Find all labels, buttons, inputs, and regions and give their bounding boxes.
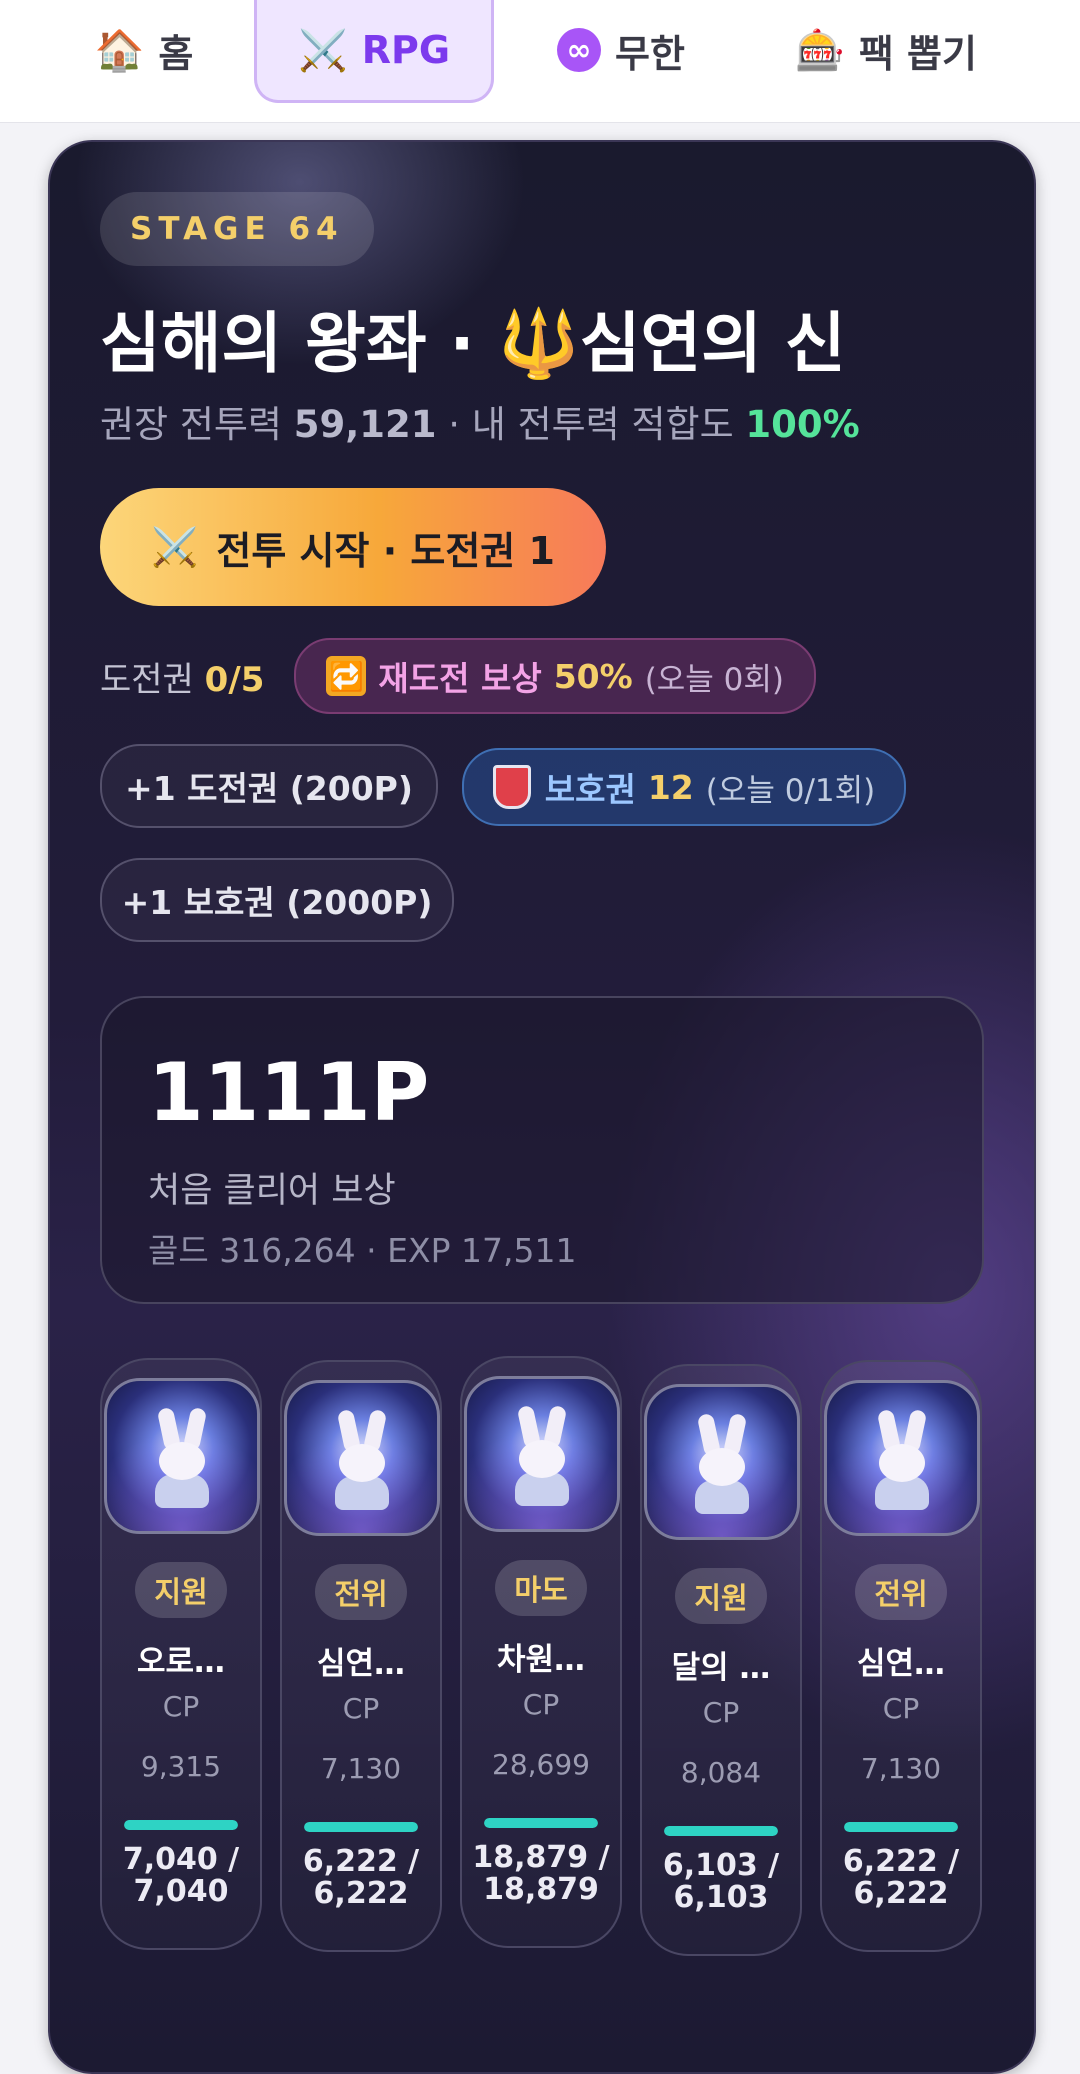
recommended-power: 권장 전투력 59,121 · 내 전투력 적합도 100% — [100, 394, 860, 448]
bunny-hero-image — [507, 1404, 577, 1506]
hero-role-badge: 전위 — [855, 1564, 947, 1620]
repeat-icon: 🔁 — [326, 656, 367, 696]
tab-pack-draw-label: 팩 뽑기 — [858, 31, 977, 76]
power-value: 59,121 — [293, 403, 437, 446]
crossed-swords-icon: ⚔️ — [151, 524, 199, 569]
hero-hp-bar — [304, 1822, 418, 1832]
bunny-hero-image — [327, 1408, 397, 1510]
hero-portrait — [104, 1378, 260, 1534]
hero-name: 차원… — [496, 1642, 586, 1678]
hero-hp-text: 18,879 / 18,879 — [472, 1840, 610, 1907]
bunny-hero-image — [867, 1408, 937, 1510]
start-battle-button[interactable]: ⚔️ 전투 시작 · 도전권 1 — [100, 488, 606, 606]
tickets-row: 도전권 0/5 🔁 재도전 보상 50% (오늘 0회) — [100, 638, 817, 714]
tab-rpg[interactable]: ⚔️ RPG — [254, 0, 494, 103]
hero-card[interactable]: 지원달의 … CP 8,084 6,103 / 6,103 — [640, 1364, 802, 1956]
hero-portrait — [824, 1380, 980, 1536]
slot-machine-icon: 🎰 — [795, 27, 845, 74]
tab-pack-draw[interactable]: 🎰 팩 뽑기 — [786, 0, 986, 100]
hero-card[interactable]: 전위심연… CP 7,130 6,222 / 6,222 — [280, 1360, 442, 1952]
top-nav: 🏠 홈 ⚔️ RPG ∞ 무한 🎰 팩 뽑기 — [0, 0, 1080, 123]
hero-role-badge: 지원 — [135, 1562, 227, 1618]
hero-hp-bar — [124, 1820, 238, 1830]
hero-cp-label: CP — [522, 1688, 560, 1721]
retry-reward-today: (오늘 0회) — [644, 661, 785, 698]
buy-ticket-button[interactable]: +1 도전권 (200P) — [100, 744, 438, 828]
hero-cp-label: CP — [882, 1692, 920, 1725]
stage-title-suffix: 심연의 신 — [579, 305, 846, 382]
hero-cp-value: 8,084 — [680, 1756, 762, 1789]
ticket-count: 도전권 0/5 — [100, 652, 264, 701]
hero-hp-fill — [844, 1822, 958, 1832]
hero-hp-text: 6,103 / 6,103 — [662, 1848, 780, 1915]
hero-name: 심연… — [316, 1646, 406, 1682]
hero-hp-fill — [484, 1818, 598, 1828]
stage-title: 심해의 왕좌 · 🔱심연의 신 — [100, 290, 1000, 386]
stage-badge: STAGE 64 — [100, 192, 374, 266]
hero-hp-fill — [304, 1822, 418, 1832]
tab-infinite[interactable]: ∞ 무한 — [546, 0, 696, 100]
retry-reward-label: 재도전 보상 — [378, 659, 542, 698]
hero-hp-bar — [484, 1818, 598, 1828]
hero-hp-bar — [844, 1822, 958, 1832]
retry-reward-percent: 50% — [553, 656, 633, 696]
hero-card[interactable]: 마도차원… CP 28,699 18,879 / 18,879 — [460, 1356, 622, 1948]
hero-portrait — [644, 1384, 800, 1540]
hero-hp-text: 7,040 / 7,040 — [122, 1842, 240, 1909]
power-fit-label: · 내 전투력 적합도 — [448, 403, 734, 446]
shield-today: (오늘 0/1회) — [705, 772, 876, 809]
hero-hp-fill — [124, 1820, 238, 1830]
tab-home[interactable]: 🏠 홈 — [74, 0, 214, 100]
shield-count: 12 — [647, 767, 694, 807]
stage-card: STAGE 64 심해의 왕좌 · 🔱심연의 신 권장 전투력 59,121 ·… — [48, 140, 1036, 2074]
power-fit-value: 100% — [745, 403, 860, 446]
hero-cp-value: 9,315 — [140, 1750, 222, 1783]
tab-infinite-label: 무한 — [615, 31, 685, 76]
reward-amount: 1111P — [148, 1046, 430, 1139]
shield-label: 보호권 — [544, 770, 636, 809]
hero-card[interactable]: 지원오로… CP 9,315 7,040 / 7,040 — [100, 1358, 262, 1950]
hero-name: 달의 … — [671, 1650, 771, 1686]
ticket-count-value: 0/5 — [204, 659, 265, 700]
crossed-swords-icon: ⚔️ — [297, 27, 348, 74]
bunny-hero-image — [687, 1412, 757, 1514]
house-icon: 🏠 — [94, 27, 145, 74]
hero-role-badge: 전위 — [315, 1564, 407, 1620]
stage-title-prefix: 심해의 왕좌 · — [100, 305, 498, 382]
hero-hp-text: 6,222 / 6,222 — [302, 1844, 420, 1911]
shield-pill: 보호권 12 (오늘 0/1회) — [462, 748, 906, 826]
hero-cp-label: CP — [702, 1696, 740, 1729]
tab-rpg-label: RPG — [361, 28, 451, 72]
shield-icon — [492, 765, 531, 809]
hero-portrait — [284, 1380, 440, 1536]
hero-hp-fill — [664, 1826, 778, 1836]
power-label: 권장 전투력 — [100, 403, 282, 446]
hero-role-badge: 지원 — [675, 1568, 767, 1624]
hero-cp-value: 7,130 — [320, 1752, 402, 1785]
hero-portrait — [464, 1376, 620, 1532]
hero-name: 오로… — [136, 1644, 226, 1680]
first-clear-reward: 1111P 처음 클리어 보상 골드 316,264 · EXP 17,511 — [100, 996, 984, 1304]
next-tab-peek[interactable] — [1068, 24, 1080, 76]
ticket-count-label: 도전권 — [100, 659, 194, 700]
hero-cp-label: CP — [342, 1692, 380, 1725]
trident-icon: 🔱 — [497, 305, 580, 382]
reward-description: 처음 클리어 보상 — [148, 1171, 396, 1211]
hero-hp-bar — [664, 1826, 778, 1836]
retry-reward-pill: 🔁 재도전 보상 50% (오늘 0회) — [294, 638, 817, 714]
hero-name: 심연… — [856, 1646, 946, 1682]
hero-card[interactable]: 전위심연… CP 7,130 6,222 / 6,222 — [820, 1360, 982, 1952]
infinity-icon: ∞ — [557, 28, 602, 72]
tab-home-label: 홈 — [158, 31, 194, 76]
hero-hp-text: 6,222 / 6,222 — [842, 1844, 960, 1911]
hero-cp-value: 7,130 — [860, 1752, 942, 1785]
reward-detail: 골드 316,264 · EXP 17,511 — [148, 1231, 577, 1270]
hero-role-badge: 마도 — [495, 1560, 587, 1616]
bunny-hero-image — [147, 1406, 217, 1508]
buy-shield-button[interactable]: +1 보호권 (2000P) — [100, 858, 454, 942]
hero-cp-value: 28,699 — [492, 1748, 590, 1781]
start-battle-label: 전투 시작 · 도전권 1 — [216, 528, 555, 573]
hero-cp-label: CP — [162, 1690, 200, 1723]
